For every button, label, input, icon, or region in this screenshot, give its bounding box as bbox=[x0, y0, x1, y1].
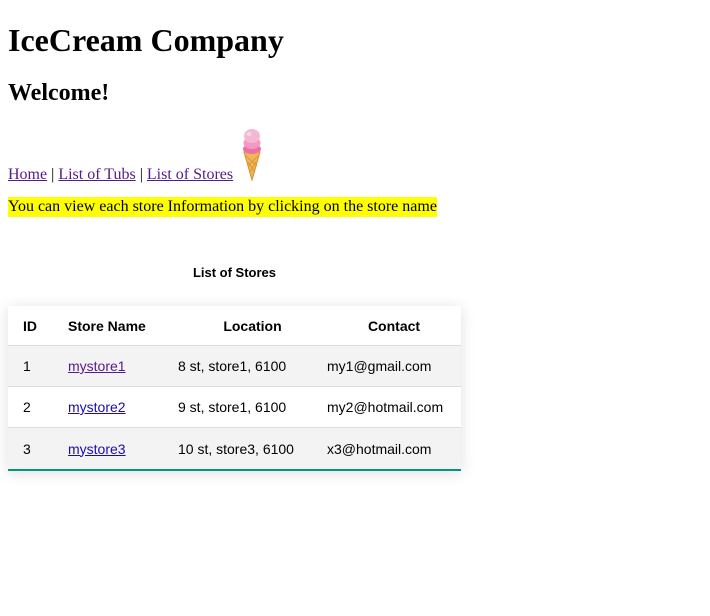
store-id: 2 bbox=[23, 399, 31, 415]
column-header-store-name: Store Name bbox=[68, 317, 146, 334]
store-contact: x3@hotmail.com bbox=[327, 440, 432, 457]
info-message: You can view each store Information by c… bbox=[8, 197, 437, 217]
store-location: 8 st, store1, 6100 bbox=[178, 358, 287, 374]
table-caption: List of Stores bbox=[192, 265, 277, 280]
nav-home-link[interactable]: Home bbox=[8, 166, 47, 184]
store-name-cell: mystore3 bbox=[68, 441, 178, 457]
nav-separator: | bbox=[139, 166, 143, 183]
store-location: 10 st, store3, 6100 bbox=[178, 440, 294, 457]
store-contact: my2@hotmail.com bbox=[327, 399, 444, 415]
ice-cream-cone-icon bbox=[241, 128, 263, 182]
store-contact: my1@gmail.com bbox=[327, 358, 432, 374]
store-name-cell: mystore2 bbox=[68, 399, 178, 415]
store-name-cell: mystore1 bbox=[68, 358, 178, 374]
page-title: IceCream Company bbox=[8, 22, 284, 58]
table-row: 2 mystore2 9 st, store1, 6100 my2@hotmai… bbox=[8, 387, 461, 428]
store-location: 9 st, store1, 6100 bbox=[178, 399, 287, 415]
stores-table: ID Store Name Location Contact 1 mystore… bbox=[8, 306, 461, 471]
table-header-row: ID Store Name Location Contact bbox=[8, 306, 461, 346]
nav-tubs-link[interactable]: List of Tubs bbox=[58, 166, 135, 184]
column-header-id: ID bbox=[23, 317, 37, 334]
welcome-heading: Welcome! bbox=[8, 80, 110, 106]
nav-bar: Home | List of Tubs | List of Stores bbox=[8, 124, 263, 184]
store-id: 3 bbox=[23, 440, 31, 457]
table-row: 1 mystore1 8 st, store1, 6100 my1@gmail.… bbox=[8, 346, 461, 387]
store-name-link[interactable]: mystore1 bbox=[68, 358, 126, 374]
store-name-link[interactable]: mystore3 bbox=[68, 441, 126, 457]
column-header-location: Location bbox=[223, 317, 282, 334]
store-id: 1 bbox=[23, 358, 31, 374]
store-name-link[interactable]: mystore2 bbox=[68, 399, 126, 415]
nav-separator: | bbox=[51, 166, 55, 183]
nav-stores-link[interactable]: List of Stores bbox=[147, 166, 233, 184]
table-row: 3 mystore3 10 st, store3, 6100 x3@hotmai… bbox=[8, 428, 461, 469]
column-header-contact: Contact bbox=[367, 317, 421, 334]
